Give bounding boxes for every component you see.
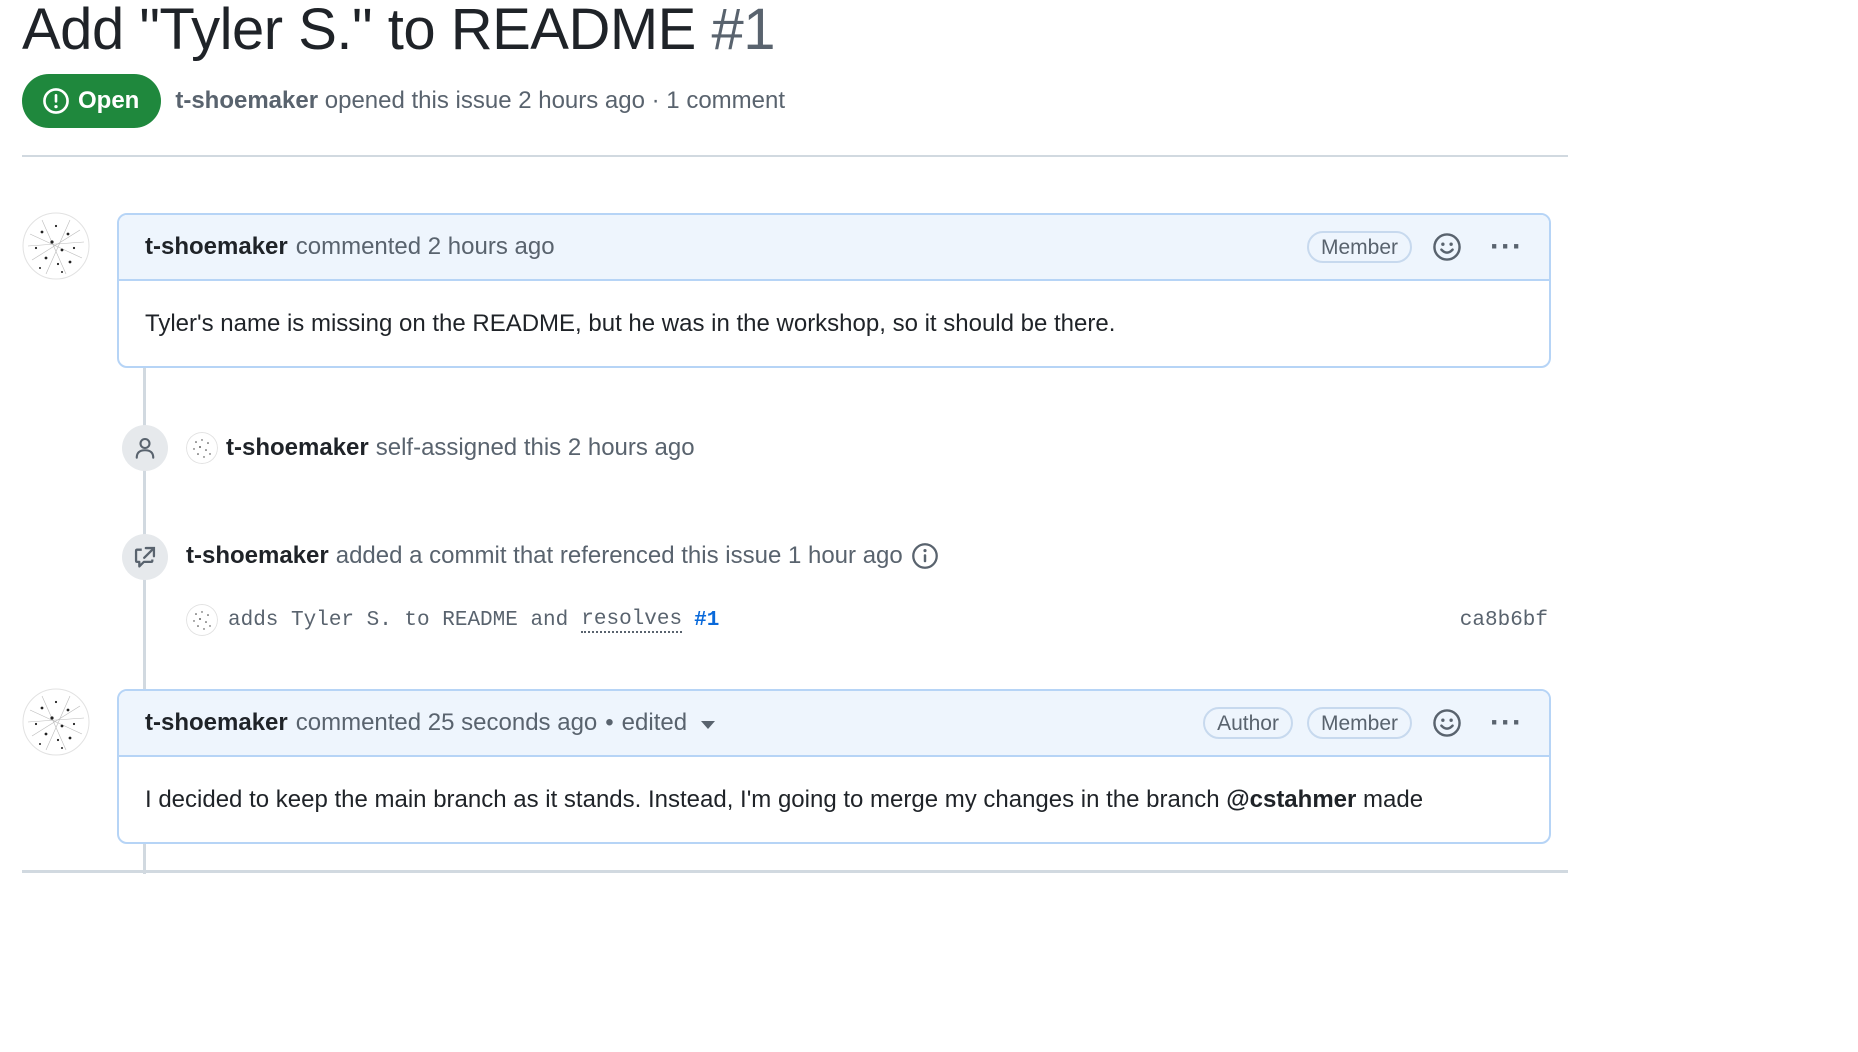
issue-reference-link[interactable]: #1 bbox=[694, 609, 719, 632]
commit-sha-link[interactable]: ca8b6bf bbox=[1460, 609, 1548, 632]
edited-menu[interactable]: edited bbox=[622, 709, 687, 737]
author-label: Author bbox=[1203, 707, 1293, 739]
assigned-text: self-assigned this 2 hours ago bbox=[375, 434, 695, 461]
commit-reference-text: added a commit that referenced this issu… bbox=[335, 542, 903, 569]
comment-timestamp[interactable]: commented 25 seconds ago bbox=[296, 709, 598, 737]
comment-header: t-shoemaker commented 25 seconds ago • e… bbox=[119, 691, 1549, 757]
comment: t-shoemaker commented 2 hours ago Member… bbox=[117, 213, 1551, 368]
assigned-event: t-shoemaker self-assigned this 2 hours a… bbox=[186, 430, 695, 466]
member-label: Member bbox=[1306, 231, 1413, 263]
smiley-icon[interactable] bbox=[1432, 708, 1462, 738]
comment-header-actions: Member ··· bbox=[1306, 215, 1523, 279]
issue-open-icon bbox=[43, 88, 69, 114]
member-label: Member bbox=[1306, 707, 1413, 739]
bottom-divider bbox=[22, 870, 1568, 873]
comment: t-shoemaker commented 25 seconds ago • e… bbox=[117, 689, 1551, 844]
cross-reference-event-badge bbox=[122, 534, 168, 580]
comment-header-actions: Author Member ··· bbox=[1203, 691, 1523, 755]
commit-row: adds Tyler S. to README and resolves #1 … bbox=[186, 600, 1548, 640]
comment-timestamp[interactable]: commented 2 hours ago bbox=[296, 233, 555, 261]
header-divider bbox=[22, 155, 1568, 157]
comment-author-link[interactable]: t-shoemaker bbox=[145, 709, 288, 737]
issue-author-link[interactable]: t-shoemaker bbox=[175, 87, 318, 114]
state-badge: Open bbox=[22, 74, 162, 128]
avatar[interactable] bbox=[186, 604, 218, 636]
event-author-link[interactable]: t-shoemaker bbox=[186, 542, 329, 570]
assignee-event-badge bbox=[122, 425, 168, 471]
comment-text: I decided to keep the main branch as it … bbox=[145, 785, 1227, 813]
issue-title: Add "Tyler S." to README bbox=[22, 0, 696, 62]
commit-reference-event: t-shoemaker added a commit that referenc… bbox=[186, 538, 939, 574]
cross-reference-icon bbox=[134, 546, 156, 568]
issue-title-row: Add "Tyler S." to README #1 bbox=[22, 0, 775, 62]
comment-text-suffix: made bbox=[1356, 785, 1424, 813]
person-icon bbox=[135, 437, 155, 459]
issue-state-row: Open t-shoemaker opened this issue 2 hou… bbox=[22, 74, 785, 128]
issue-opened-text: opened this issue 2 hours ago · 1 commen… bbox=[324, 87, 786, 114]
comment-body: I decided to keep the main branch as it … bbox=[119, 757, 1549, 842]
kebab-menu-icon[interactable]: ··· bbox=[1490, 708, 1523, 738]
chevron-down-icon[interactable] bbox=[701, 721, 716, 729]
comment-body: Tyler's name is missing on the README, b… bbox=[119, 281, 1549, 366]
comment-text: Tyler's name is missing on the README, b… bbox=[145, 309, 1116, 337]
comment-header: t-shoemaker commented 2 hours ago Member… bbox=[119, 215, 1549, 281]
user-mention-link[interactable]: @cstahmer bbox=[1226, 786, 1356, 814]
issue-number: #1 bbox=[711, 0, 775, 62]
timeline-line bbox=[143, 368, 146, 690]
issue-meta: t-shoemaker opened this issue 2 hours ag… bbox=[175, 87, 785, 115]
kebab-menu-icon[interactable]: ··· bbox=[1490, 232, 1523, 262]
info-icon[interactable] bbox=[911, 542, 939, 570]
separator-dot: • bbox=[605, 709, 614, 736]
comment-author-link[interactable]: t-shoemaker bbox=[145, 233, 288, 261]
smiley-icon[interactable] bbox=[1432, 232, 1462, 262]
commit-keyword[interactable]: resolves bbox=[581, 608, 683, 633]
event-author-link[interactable]: t-shoemaker bbox=[226, 434, 369, 462]
avatar[interactable] bbox=[186, 432, 218, 464]
commit-message[interactable]: adds Tyler S. to README and bbox=[228, 609, 568, 632]
avatar[interactable] bbox=[22, 212, 90, 280]
avatar[interactable] bbox=[22, 688, 90, 756]
state-label: Open bbox=[78, 87, 140, 114]
